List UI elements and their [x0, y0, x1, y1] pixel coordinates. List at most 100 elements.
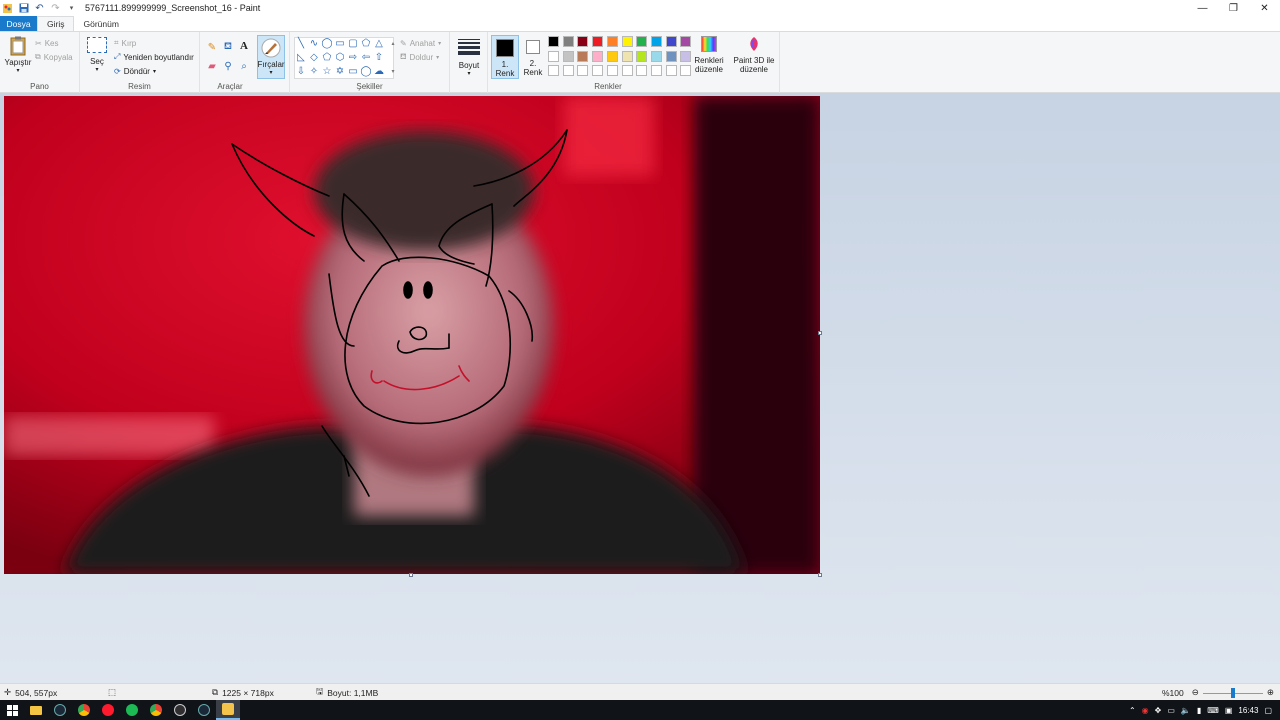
tray-network-icon[interactable]: ▭: [1167, 706, 1175, 715]
spotify-icon[interactable]: [120, 700, 144, 720]
palette-swatch[interactable]: [548, 50, 559, 62]
palette-swatch[interactable]: [577, 36, 589, 47]
tray-language-icon[interactable]: ⌨: [1207, 706, 1219, 715]
up-arrow-shape-icon[interactable]: ⇧: [373, 52, 385, 64]
palette-swatch[interactable]: [636, 65, 648, 76]
tab-view[interactable]: Görünüm: [74, 16, 127, 31]
chrome-2-icon[interactable]: [144, 700, 168, 720]
oval-callout-shape-icon[interactable]: ◯: [360, 66, 372, 78]
pentagon-shape-icon[interactable]: ⬠: [321, 52, 333, 64]
left-arrow-shape-icon[interactable]: ⇦: [360, 52, 372, 64]
palette-swatch[interactable]: [680, 36, 692, 47]
polygon-shape-icon[interactable]: ⬠: [360, 38, 372, 50]
zoom-slider-thumb[interactable]: [1230, 687, 1235, 698]
resize-handle-right[interactable]: [818, 331, 822, 335]
paint-taskbar-icon[interactable]: [216, 700, 240, 720]
rotate-button[interactable]: ⟳ Döndür ▾: [114, 65, 156, 77]
close-button[interactable]: ✕: [1249, 0, 1280, 16]
zoom-in-icon[interactable]: ⊕: [1267, 687, 1274, 698]
select-button[interactable]: Seç ▾: [85, 37, 109, 79]
resize-handle-corner[interactable]: [818, 573, 822, 577]
palette-swatch[interactable]: [680, 50, 692, 62]
palette-swatch[interactable]: [665, 65, 677, 76]
five-point-star-shape-icon[interactable]: ☆: [321, 66, 333, 78]
palette-swatch[interactable]: [548, 36, 559, 47]
oval-shape-icon[interactable]: ◯: [321, 38, 333, 50]
redo-icon[interactable]: ↷: [50, 3, 61, 14]
diamond-shape-icon[interactable]: ◇: [308, 52, 320, 64]
color1-button[interactable]: 1. Renk: [491, 35, 519, 79]
windows-start-icon[interactable]: [0, 700, 24, 720]
tray-display-icon[interactable]: ▣: [1225, 706, 1233, 715]
rectangle-shape-icon[interactable]: ▭: [334, 38, 346, 50]
obs-icon[interactable]: [168, 700, 192, 720]
six-point-star-shape-icon[interactable]: ✡: [334, 66, 346, 78]
palette-swatch[interactable]: [592, 36, 604, 47]
drawing-canvas[interactable]: [4, 96, 820, 574]
four-point-star-shape-icon[interactable]: ✧: [308, 66, 320, 78]
fill-button[interactable]: ⛾ Doldur ▾: [400, 51, 439, 63]
save-icon[interactable]: [18, 3, 29, 14]
paint-app-icon[interactable]: [2, 3, 13, 14]
file-explorer-icon[interactable]: [24, 700, 48, 720]
palette-swatch[interactable]: [592, 50, 604, 62]
palette-swatch[interactable]: [621, 50, 633, 62]
palette-swatch[interactable]: [562, 50, 574, 62]
notification-icon[interactable]: ▢: [1264, 706, 1272, 715]
pencil-icon[interactable]: ✎: [205, 40, 219, 54]
palette-swatch[interactable]: [548, 65, 559, 76]
eraser-icon[interactable]: ▰: [205, 59, 219, 73]
resize-button[interactable]: ⤢ Yeniden boyutlandır: [114, 51, 194, 63]
palette-swatch[interactable]: [636, 36, 648, 47]
color2-button[interactable]: 2. Renk: [521, 35, 545, 79]
palette-swatch[interactable]: [650, 65, 662, 76]
tray-chevron-icon[interactable]: ⌃: [1129, 706, 1136, 715]
paint3d-button[interactable]: Paint 3D ile düzenle: [732, 36, 776, 80]
palette-swatch[interactable]: [577, 50, 589, 62]
rect-callout-shape-icon[interactable]: ▭: [347, 66, 359, 78]
resize-handle-bottom[interactable]: [409, 573, 413, 577]
size-button[interactable]: Boyut ▾: [455, 37, 483, 79]
palette-swatch[interactable]: [606, 50, 618, 62]
outline-button[interactable]: ✎ Anahat ▾: [400, 37, 441, 49]
zoom-slider[interactable]: [1202, 687, 1263, 698]
shapes-more-icon[interactable]: ▾: [387, 66, 399, 78]
tray-gamepad-icon[interactable]: ✥: [1155, 706, 1162, 715]
palette-swatch[interactable]: [562, 36, 574, 47]
hexagon-shape-icon[interactable]: ⬡: [334, 52, 346, 64]
palette-swatch[interactable]: [665, 36, 677, 47]
steam-2-icon[interactable]: [192, 700, 216, 720]
restore-button[interactable]: ❐: [1218, 0, 1249, 16]
palette-swatch[interactable]: [621, 65, 633, 76]
palette-swatch[interactable]: [606, 36, 618, 47]
palette-swatch[interactable]: [606, 65, 618, 76]
magnifier-icon[interactable]: ⌕: [237, 59, 251, 73]
tab-home[interactable]: Giriş: [37, 16, 75, 31]
palette-swatch[interactable]: [562, 65, 574, 76]
palette-swatch[interactable]: [636, 50, 648, 62]
palette-swatch[interactable]: [650, 50, 662, 62]
clock[interactable]: 16:43: [1238, 706, 1258, 715]
right-arrow-shape-icon[interactable]: ⇨: [347, 52, 359, 64]
tray-volume-icon[interactable]: 🔈: [1181, 706, 1191, 715]
canvas-workspace[interactable]: [0, 93, 1280, 683]
palette-swatch[interactable]: [621, 36, 633, 47]
tray-usb-icon[interactable]: ▮: [1197, 706, 1201, 715]
right-triangle-shape-icon[interactable]: ◺: [295, 52, 307, 64]
edit-colors-button[interactable]: Renkleri düzenle: [693, 36, 725, 80]
minimize-button[interactable]: —: [1187, 0, 1218, 16]
copy-button[interactable]: ⧉ Kopyala: [35, 51, 73, 63]
zoom-out-icon[interactable]: ⊖: [1192, 687, 1199, 698]
down-arrow-shape-icon[interactable]: ⇩: [295, 66, 307, 78]
brushes-button[interactable]: Fırçalar ▾: [257, 35, 285, 79]
color-picker-icon[interactable]: ⚲: [221, 59, 235, 73]
cloud-callout-shape-icon[interactable]: ☁: [373, 66, 385, 78]
opera-icon[interactable]: [96, 700, 120, 720]
curve-shape-icon[interactable]: ∿: [308, 38, 320, 50]
palette-swatch[interactable]: [577, 65, 589, 76]
palette-swatch[interactable]: [680, 65, 692, 76]
tab-file[interactable]: Dosya: [0, 16, 37, 31]
paste-button[interactable]: Yapıştır ▾: [4, 36, 32, 78]
triangle-shape-icon[interactable]: △: [373, 38, 385, 50]
shapes-scroll-icon[interactable]: ▴: [387, 38, 399, 50]
